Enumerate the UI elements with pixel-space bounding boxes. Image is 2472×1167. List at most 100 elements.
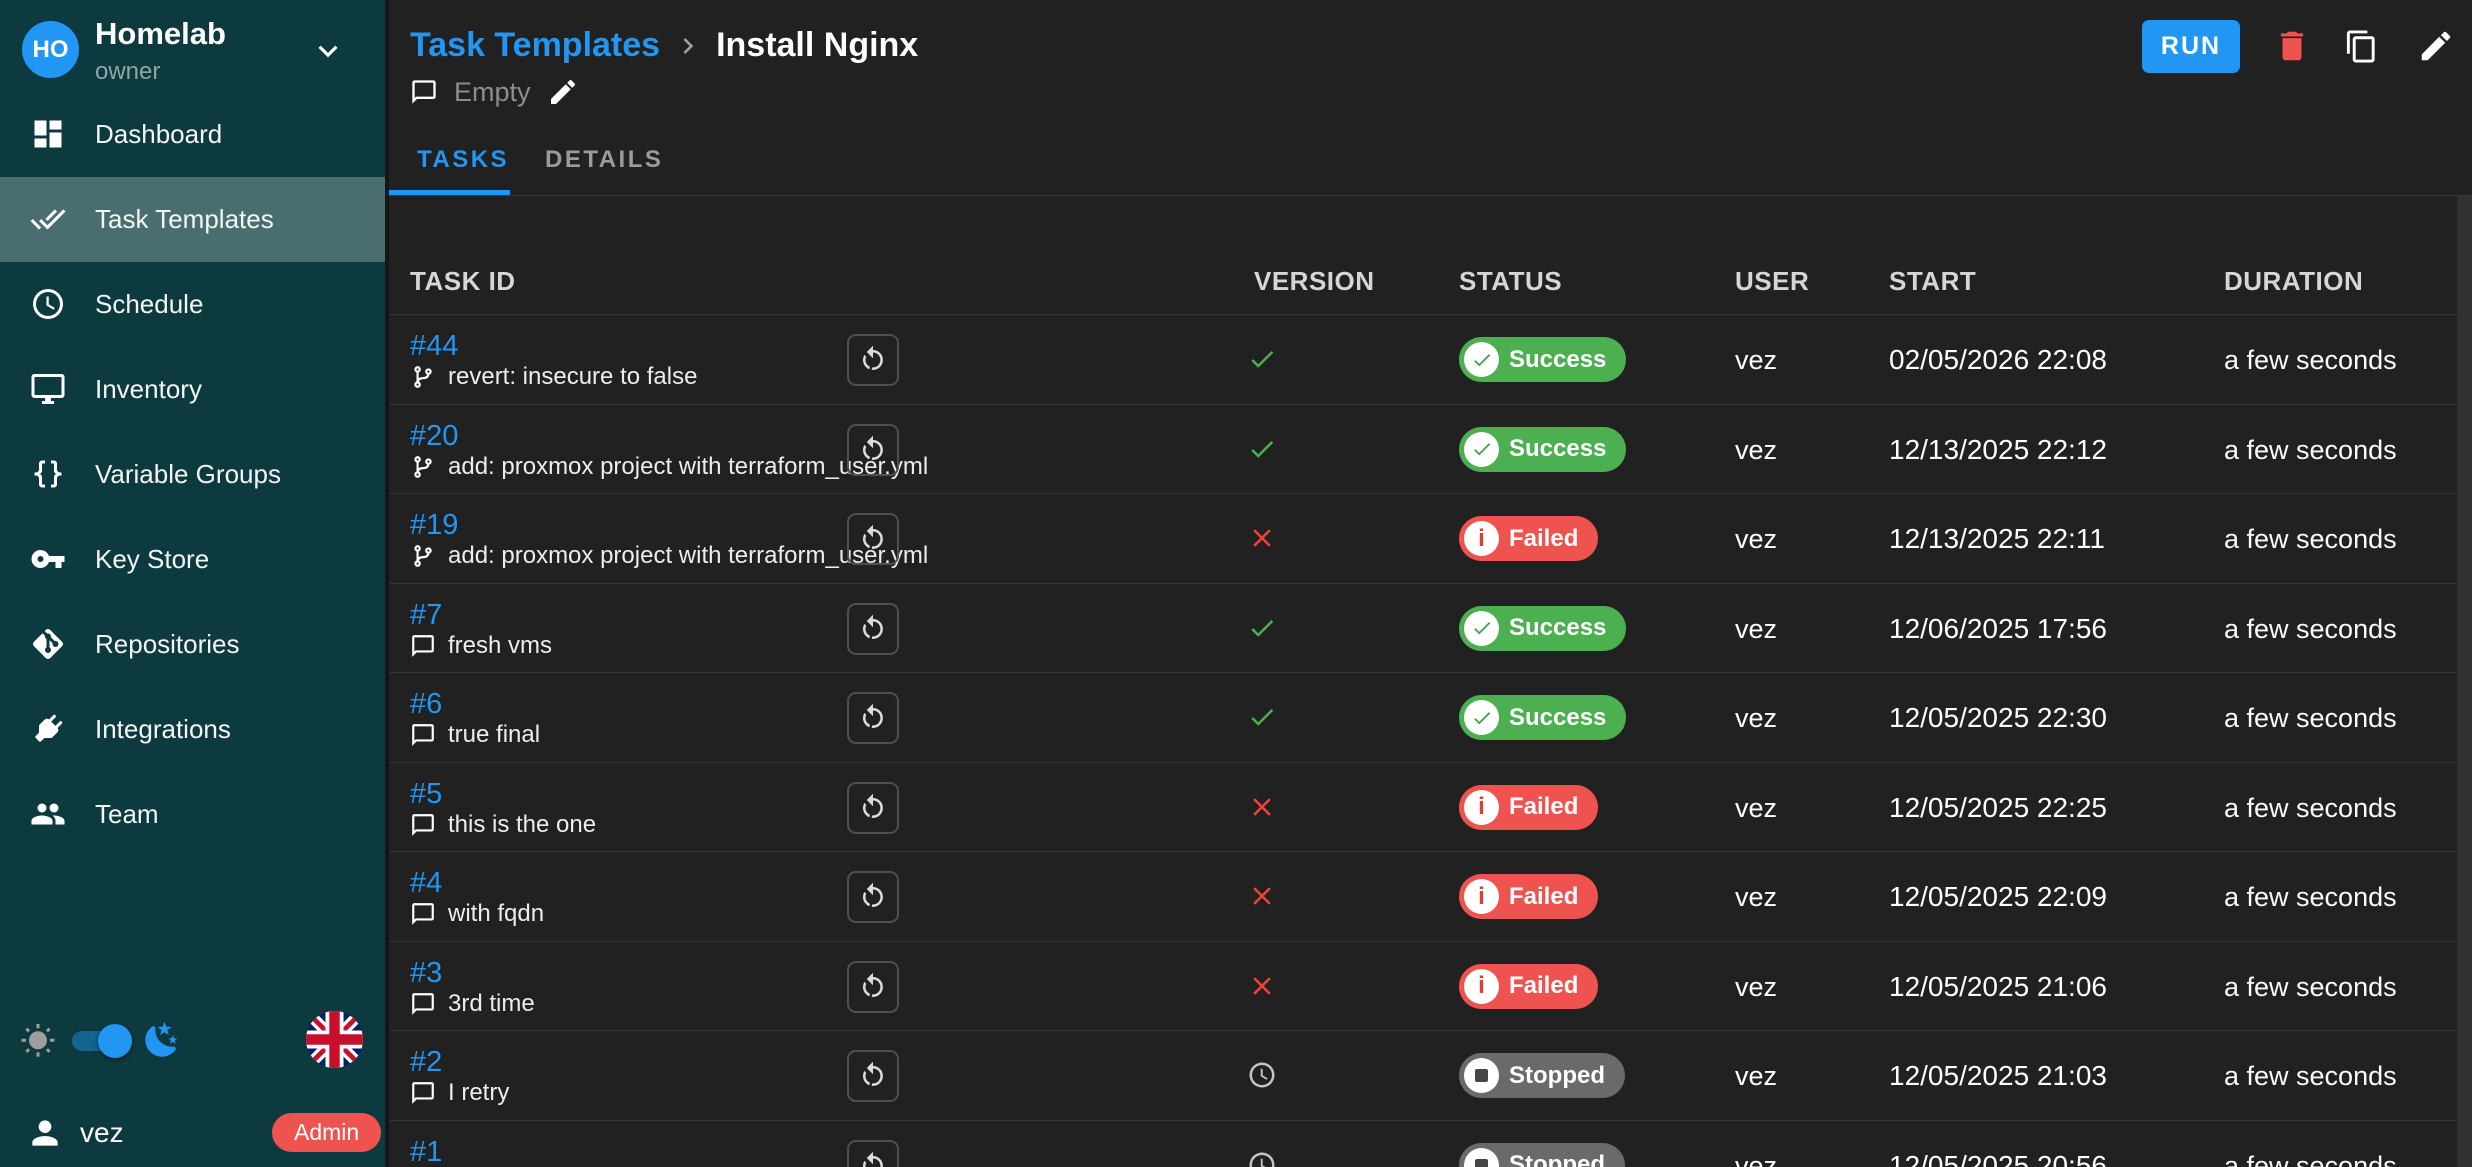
restart-task-button[interactable] — [847, 1050, 899, 1102]
restart-task-button[interactable] — [847, 334, 899, 386]
sidebar-item-integrations[interactable]: Integrations — [0, 687, 385, 772]
sidebar-item-repositories[interactable]: Repositories — [0, 602, 385, 687]
version-ok-icon — [1247, 344, 1277, 374]
run-button[interactable]: RUN — [2142, 20, 2240, 73]
sidebar-item-key-store[interactable]: Key Store — [0, 517, 385, 602]
task-id-link[interactable]: #1 — [410, 1136, 442, 1167]
status-chip: Success — [1459, 606, 1626, 651]
task-duration: a few seconds — [2224, 435, 2397, 466]
user-menu[interactable]: vez Admin — [0, 1104, 385, 1162]
copy-template-button[interactable] — [2344, 27, 2382, 65]
task-start: 12/06/2025 17:56 — [1889, 613, 2107, 645]
task-id-link[interactable]: #2 — [410, 1046, 442, 1079]
sidebar-item-team[interactable]: Team — [0, 772, 385, 857]
restart-icon — [858, 345, 888, 375]
status-chip: Success — [1459, 695, 1626, 740]
task-user: vez — [1735, 972, 1777, 1003]
task-user: vez — [1735, 1151, 1777, 1167]
status-chip: Success — [1459, 337, 1626, 382]
git-branch-icon — [410, 454, 436, 480]
task-id-link[interactable]: #44 — [410, 330, 458, 363]
version-fail-icon — [1247, 523, 1277, 553]
sidebar-item-task-templates[interactable]: Task Templates — [0, 177, 385, 262]
task-id-link[interactable]: #19 — [410, 509, 458, 542]
task-list: #44 revert: insecure to false Success ve… — [385, 315, 2457, 1167]
status-chip: i Failed — [1459, 516, 1598, 561]
restart-task-button[interactable] — [847, 782, 899, 834]
task-duration: a few seconds — [2224, 524, 2397, 555]
task-id-link[interactable]: #5 — [410, 778, 442, 811]
restart-icon — [858, 972, 888, 1002]
task-user: vez — [1735, 793, 1777, 824]
tab-details[interactable]: DETAILS — [545, 146, 663, 174]
dashboard-icon — [30, 116, 66, 152]
edit-template-button[interactable] — [2417, 27, 2455, 65]
delete-template-button[interactable] — [2273, 27, 2311, 65]
restart-task-button[interactable] — [847, 424, 899, 476]
task-id-link[interactable]: #3 — [410, 957, 442, 990]
task-user: vez — [1735, 1061, 1777, 1092]
sidebar-item-variable-groups[interactable]: Variable Groups — [0, 432, 385, 517]
sidebar-item-schedule[interactable]: Schedule — [0, 262, 385, 347]
col-start: START — [1889, 266, 1976, 297]
dark-mode-toggle[interactable] — [72, 1031, 128, 1051]
task-message: true final — [410, 721, 540, 749]
sidebar: HO Homelab owner Dashboard Task Templates… — [0, 0, 385, 1167]
col-duration: DURATION — [2224, 266, 2363, 297]
chevron-right-icon — [672, 30, 704, 62]
task-user: vez — [1735, 614, 1777, 645]
task-start: 12/13/2025 22:12 — [1889, 434, 2107, 466]
username: vez — [80, 1117, 124, 1149]
status-chip: Stopped — [1459, 1053, 1625, 1098]
task-message: this is the one — [410, 811, 596, 839]
table-row: #5 this is the one i Failed vez 12/05/20… — [385, 763, 2457, 853]
sidebar-item-label: Integrations — [95, 714, 231, 745]
sidebar-nav: Dashboard Task TemplatesScheduleInventory… — [0, 92, 385, 857]
project-name: Homelab — [95, 16, 226, 52]
sidebar-item-inventory[interactable]: Inventory — [0, 347, 385, 432]
sidebar-item-label: Team — [95, 799, 159, 830]
restart-icon — [858, 882, 888, 912]
task-user: vez — [1735, 435, 1777, 466]
restart-icon — [858, 1061, 888, 1091]
status-chip: i Failed — [1459, 964, 1598, 1009]
chevron-down-icon — [309, 32, 347, 70]
status-chip: Success — [1459, 427, 1626, 472]
scrollbar[interactable] — [2457, 196, 2472, 1167]
toggle-thumb — [98, 1024, 132, 1058]
table-header: TASK ID VERSION STATUS USER START DURATI… — [385, 253, 2457, 315]
restart-task-button[interactable] — [847, 513, 899, 565]
edit-description-button[interactable] — [547, 76, 579, 108]
table-row: #20 add: proxmox project with terraform_… — [385, 405, 2457, 495]
restart-task-button[interactable] — [847, 871, 899, 923]
template-description-row: Empty — [410, 74, 579, 110]
table-row: #2 I retry Stopped vez 12/05/2025 21:03 … — [385, 1031, 2457, 1121]
status-success-icon — [1464, 611, 1499, 646]
language-flag-uk-icon[interactable] — [306, 1011, 363, 1068]
sidebar-item-dashboard[interactable]: Dashboard — [0, 92, 385, 177]
sidebar-item-label: Key Store — [95, 544, 209, 575]
plug-icon — [30, 711, 66, 747]
task-start: 12/05/2025 22:25 — [1889, 792, 2107, 824]
sidebar-item-label: Dashboard — [95, 119, 222, 150]
task-duration: a few seconds — [2224, 882, 2397, 913]
breadcrumb-parent-link[interactable]: Task Templates — [410, 26, 660, 65]
light-mode-icon — [20, 1023, 56, 1059]
copy-icon — [2344, 29, 2379, 64]
col-user: USER — [1735, 266, 1809, 297]
task-start: 12/13/2025 22:11 — [1889, 523, 2105, 555]
task-id-link[interactable]: #7 — [410, 599, 442, 632]
task-id-link[interactable]: #20 — [410, 420, 458, 453]
task-id-link[interactable]: #6 — [410, 688, 442, 721]
col-version: VERSION — [1254, 266, 1375, 297]
project-switcher[interactable]: HO Homelab owner — [0, 0, 385, 100]
restart-task-button[interactable] — [847, 961, 899, 1013]
task-duration: a few seconds — [2224, 1061, 2397, 1092]
version-ok-icon — [1247, 434, 1277, 464]
restart-task-button[interactable] — [847, 692, 899, 744]
task-id-link[interactable]: #4 — [410, 867, 442, 900]
restart-task-button[interactable] — [847, 1140, 899, 1167]
tab-tasks[interactable]: TASKS — [417, 146, 509, 174]
restart-task-button[interactable] — [847, 603, 899, 655]
status-failed-icon: i — [1464, 790, 1499, 825]
